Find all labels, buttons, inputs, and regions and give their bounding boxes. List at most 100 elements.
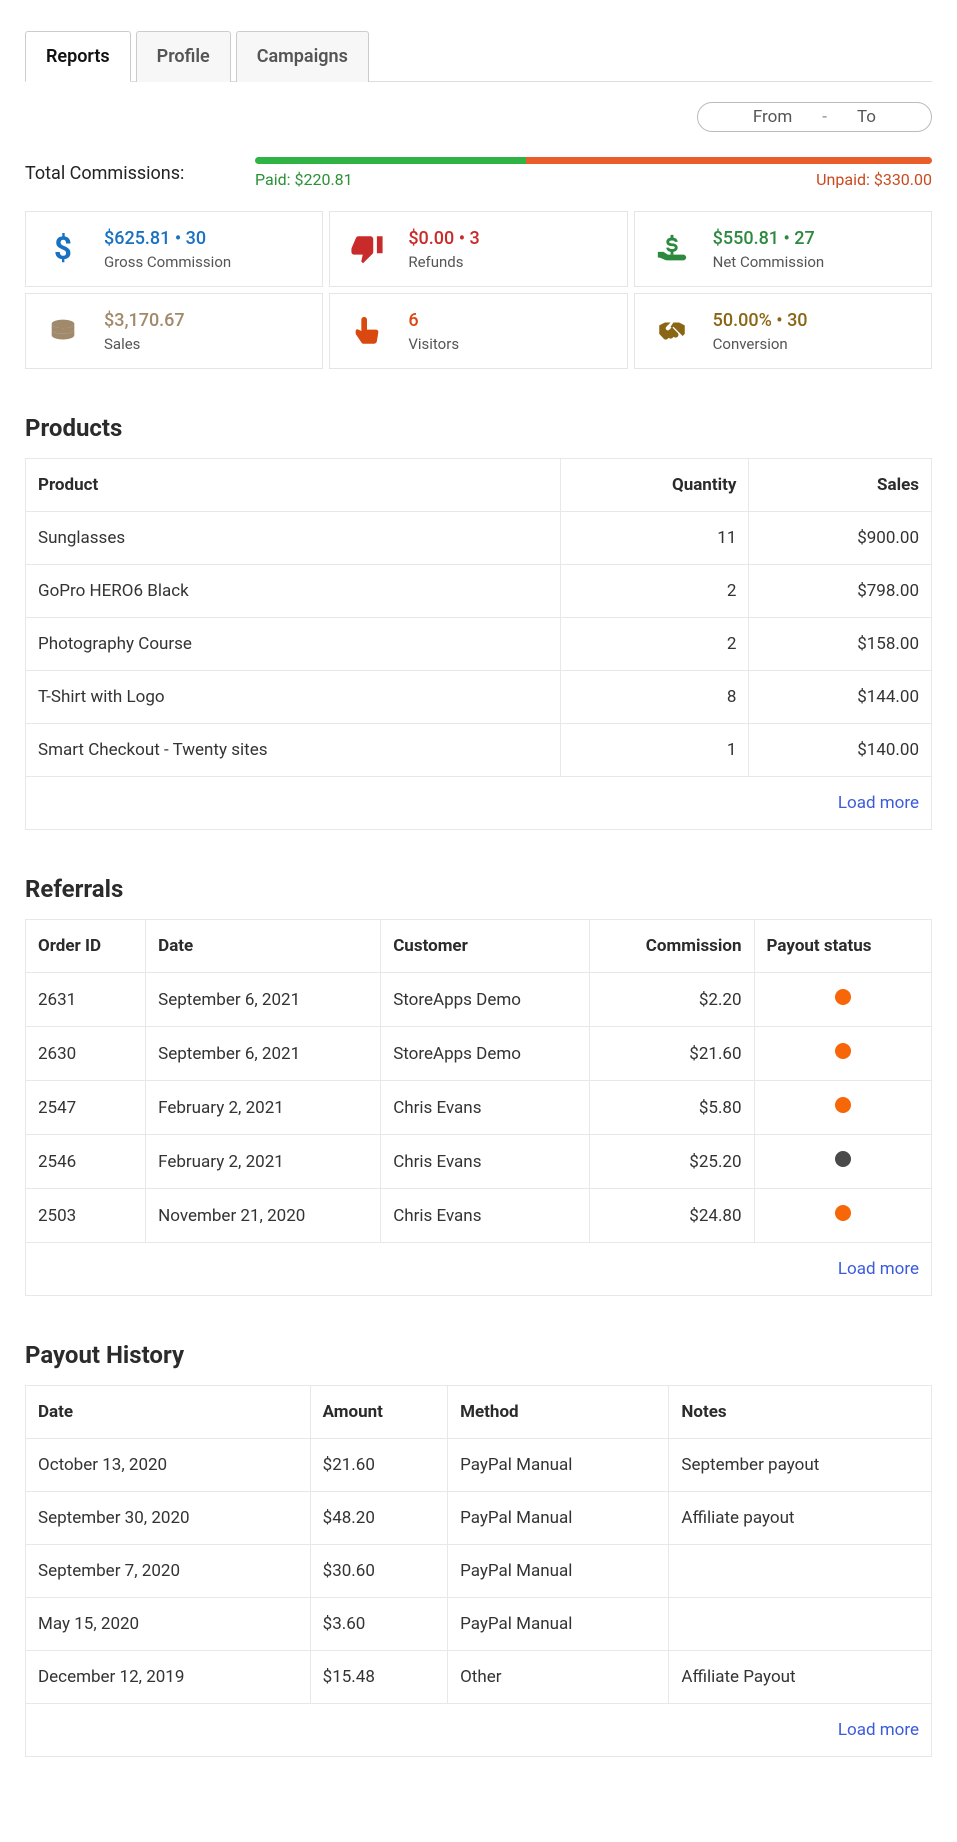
referral-status	[754, 1135, 931, 1189]
payouts-heading: Payout History	[25, 1341, 932, 1369]
referrals-col-commission: Commission	[589, 920, 754, 973]
commissions-bar-paid	[255, 157, 526, 164]
product-sales: $798.00	[749, 565, 932, 618]
table-row: GoPro HERO6 Black 2 $798.00	[26, 565, 932, 618]
status-dot-icon	[835, 989, 851, 1005]
table-row: 2547 February 2, 2021 Chris Evans $5.80	[26, 1081, 932, 1135]
commissions-row: Total Commissions: Paid: $220.81 Unpaid:…	[25, 157, 932, 189]
referral-commission: $24.80	[589, 1189, 754, 1243]
kpi-value: 50.00% • 30	[713, 310, 808, 331]
product-sales: $158.00	[749, 618, 932, 671]
payout-method: PayPal Manual	[448, 1439, 669, 1492]
referral-status	[754, 1027, 931, 1081]
referral-date: November 21, 2020	[146, 1189, 381, 1243]
referral-id: 2546	[26, 1135, 146, 1189]
table-row: September 7, 2020 $30.60 PayPal Manual	[26, 1545, 932, 1598]
products-col-sales: Sales	[749, 459, 932, 512]
payouts-col-date: Date	[26, 1386, 311, 1439]
products-col-product: Product	[26, 459, 561, 512]
referral-date: February 2, 2021	[146, 1081, 381, 1135]
commissions-paid-text: Paid: $220.81	[255, 170, 353, 189]
referral-customer: Chris Evans	[381, 1189, 590, 1243]
product-sales: $144.00	[749, 671, 932, 724]
product-sales: $140.00	[749, 724, 932, 777]
kpi-grid: $625.81 • 30 Gross Commission $0.00 • 3 …	[25, 211, 932, 369]
payout-amount: $48.20	[310, 1492, 447, 1545]
tabs: Reports Profile Campaigns	[25, 30, 932, 82]
kpi-label: Visitors	[408, 335, 459, 353]
tab-campaigns[interactable]: Campaigns	[236, 31, 369, 82]
payout-amount: $15.48	[310, 1651, 447, 1704]
product-qty: 11	[561, 512, 749, 565]
referrals-col-customer: Customer	[381, 920, 590, 973]
payouts-load-more[interactable]: Load more	[26, 1704, 932, 1757]
referrals-col-status: Payout status	[754, 920, 931, 973]
referral-customer: Chris Evans	[381, 1135, 590, 1189]
payout-notes	[669, 1545, 932, 1598]
table-row: May 15, 2020 $3.60 PayPal Manual	[26, 1598, 932, 1651]
payout-date: December 12, 2019	[26, 1651, 311, 1704]
kpi-card: $3,170.67 Sales	[25, 293, 323, 369]
coins-icon	[40, 308, 86, 354]
commissions-bar-wrap: Paid: $220.81 Unpaid: $330.00	[255, 157, 932, 189]
tab-profile[interactable]: Profile	[136, 31, 231, 82]
payout-date: May 15, 2020	[26, 1598, 311, 1651]
kpi-value: $550.81 • 27	[713, 228, 825, 249]
referral-id: 2503	[26, 1189, 146, 1243]
kpi-card: $550.81 • 27 Net Commission	[634, 211, 932, 287]
referral-commission: $25.20	[589, 1135, 754, 1189]
kpi-card: $625.81 • 30 Gross Commission	[25, 211, 323, 287]
commissions-label: Total Commissions:	[25, 163, 235, 184]
kpi-card: 6 Visitors	[329, 293, 627, 369]
referral-date: February 2, 2021	[146, 1135, 381, 1189]
payout-amount: $3.60	[310, 1598, 447, 1651]
product-name: T-Shirt with Logo	[26, 671, 561, 724]
table-row: 2631 September 6, 2021 StoreApps Demo $2…	[26, 973, 932, 1027]
payout-date: September 30, 2020	[26, 1492, 311, 1545]
referral-id: 2547	[26, 1081, 146, 1135]
hand-dollar-icon	[649, 226, 695, 272]
date-row: From - To	[25, 102, 932, 132]
table-row: 2546 February 2, 2021 Chris Evans $25.20	[26, 1135, 932, 1189]
referral-status	[754, 973, 931, 1027]
kpi-label: Conversion	[713, 335, 808, 353]
product-name: Sunglasses	[26, 512, 561, 565]
kpi-value: $3,170.67	[104, 310, 185, 331]
product-name: Smart Checkout - Twenty sites	[26, 724, 561, 777]
table-row: October 13, 2020 $21.60 PayPal Manual Se…	[26, 1439, 932, 1492]
commissions-bar-unpaid	[526, 157, 932, 164]
table-row: December 12, 2019 $15.48 Other Affiliate…	[26, 1651, 932, 1704]
date-from-label: From	[753, 107, 792, 127]
referrals-load-more[interactable]: Load more	[26, 1243, 932, 1296]
kpi-card: $0.00 • 3 Refunds	[329, 211, 627, 287]
table-row: Sunglasses 11 $900.00	[26, 512, 932, 565]
kpi-card: 50.00% • 30 Conversion	[634, 293, 932, 369]
referral-commission: $2.20	[589, 973, 754, 1027]
payout-notes: Affiliate payout	[669, 1492, 932, 1545]
table-row: Smart Checkout - Twenty sites 1 $140.00	[26, 724, 932, 777]
payout-date: September 7, 2020	[26, 1545, 311, 1598]
product-name: GoPro HERO6 Black	[26, 565, 561, 618]
product-qty: 8	[561, 671, 749, 724]
product-qty: 1	[561, 724, 749, 777]
products-heading: Products	[25, 414, 932, 442]
referral-customer: StoreApps Demo	[381, 1027, 590, 1081]
payout-notes: Affiliate Payout	[669, 1651, 932, 1704]
kpi-label: Gross Commission	[104, 253, 231, 271]
referral-date: September 6, 2021	[146, 1027, 381, 1081]
status-dot-icon	[835, 1205, 851, 1221]
products-col-qty: Quantity	[561, 459, 749, 512]
referral-status	[754, 1081, 931, 1135]
date-range-picker[interactable]: From - To	[697, 102, 932, 132]
table-row: September 30, 2020 $48.20 PayPal Manual …	[26, 1492, 932, 1545]
kpi-value: 6	[408, 310, 459, 331]
payouts-col-amount: Amount	[310, 1386, 447, 1439]
payout-date: October 13, 2020	[26, 1439, 311, 1492]
payout-notes: September payout	[669, 1439, 932, 1492]
date-to-label: To	[857, 107, 876, 127]
referral-commission: $5.80	[589, 1081, 754, 1135]
tab-reports[interactable]: Reports	[25, 31, 131, 82]
product-qty: 2	[561, 565, 749, 618]
products-load-more[interactable]: Load more	[26, 777, 932, 830]
payout-method: PayPal Manual	[448, 1545, 669, 1598]
